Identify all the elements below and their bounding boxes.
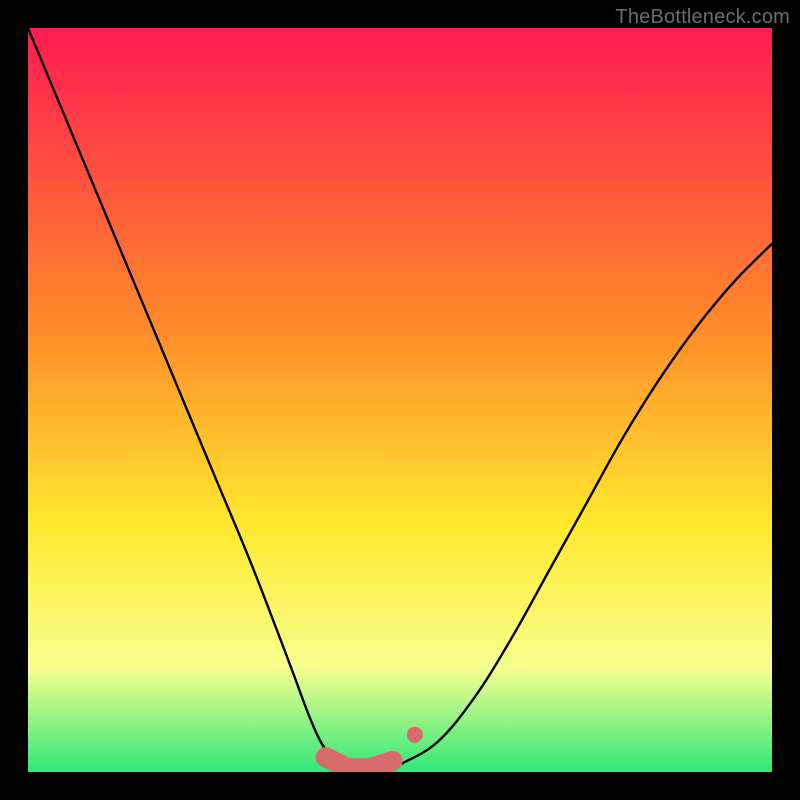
watermark-text: TheBottleneck.com [615, 6, 790, 29]
upper-dot-marker [407, 727, 423, 743]
plateau-marker [326, 757, 393, 768]
gradient-background [28, 28, 772, 772]
plot-area [28, 28, 772, 772]
chart-svg [28, 28, 772, 772]
chart-frame: TheBottleneck.com [0, 0, 800, 800]
